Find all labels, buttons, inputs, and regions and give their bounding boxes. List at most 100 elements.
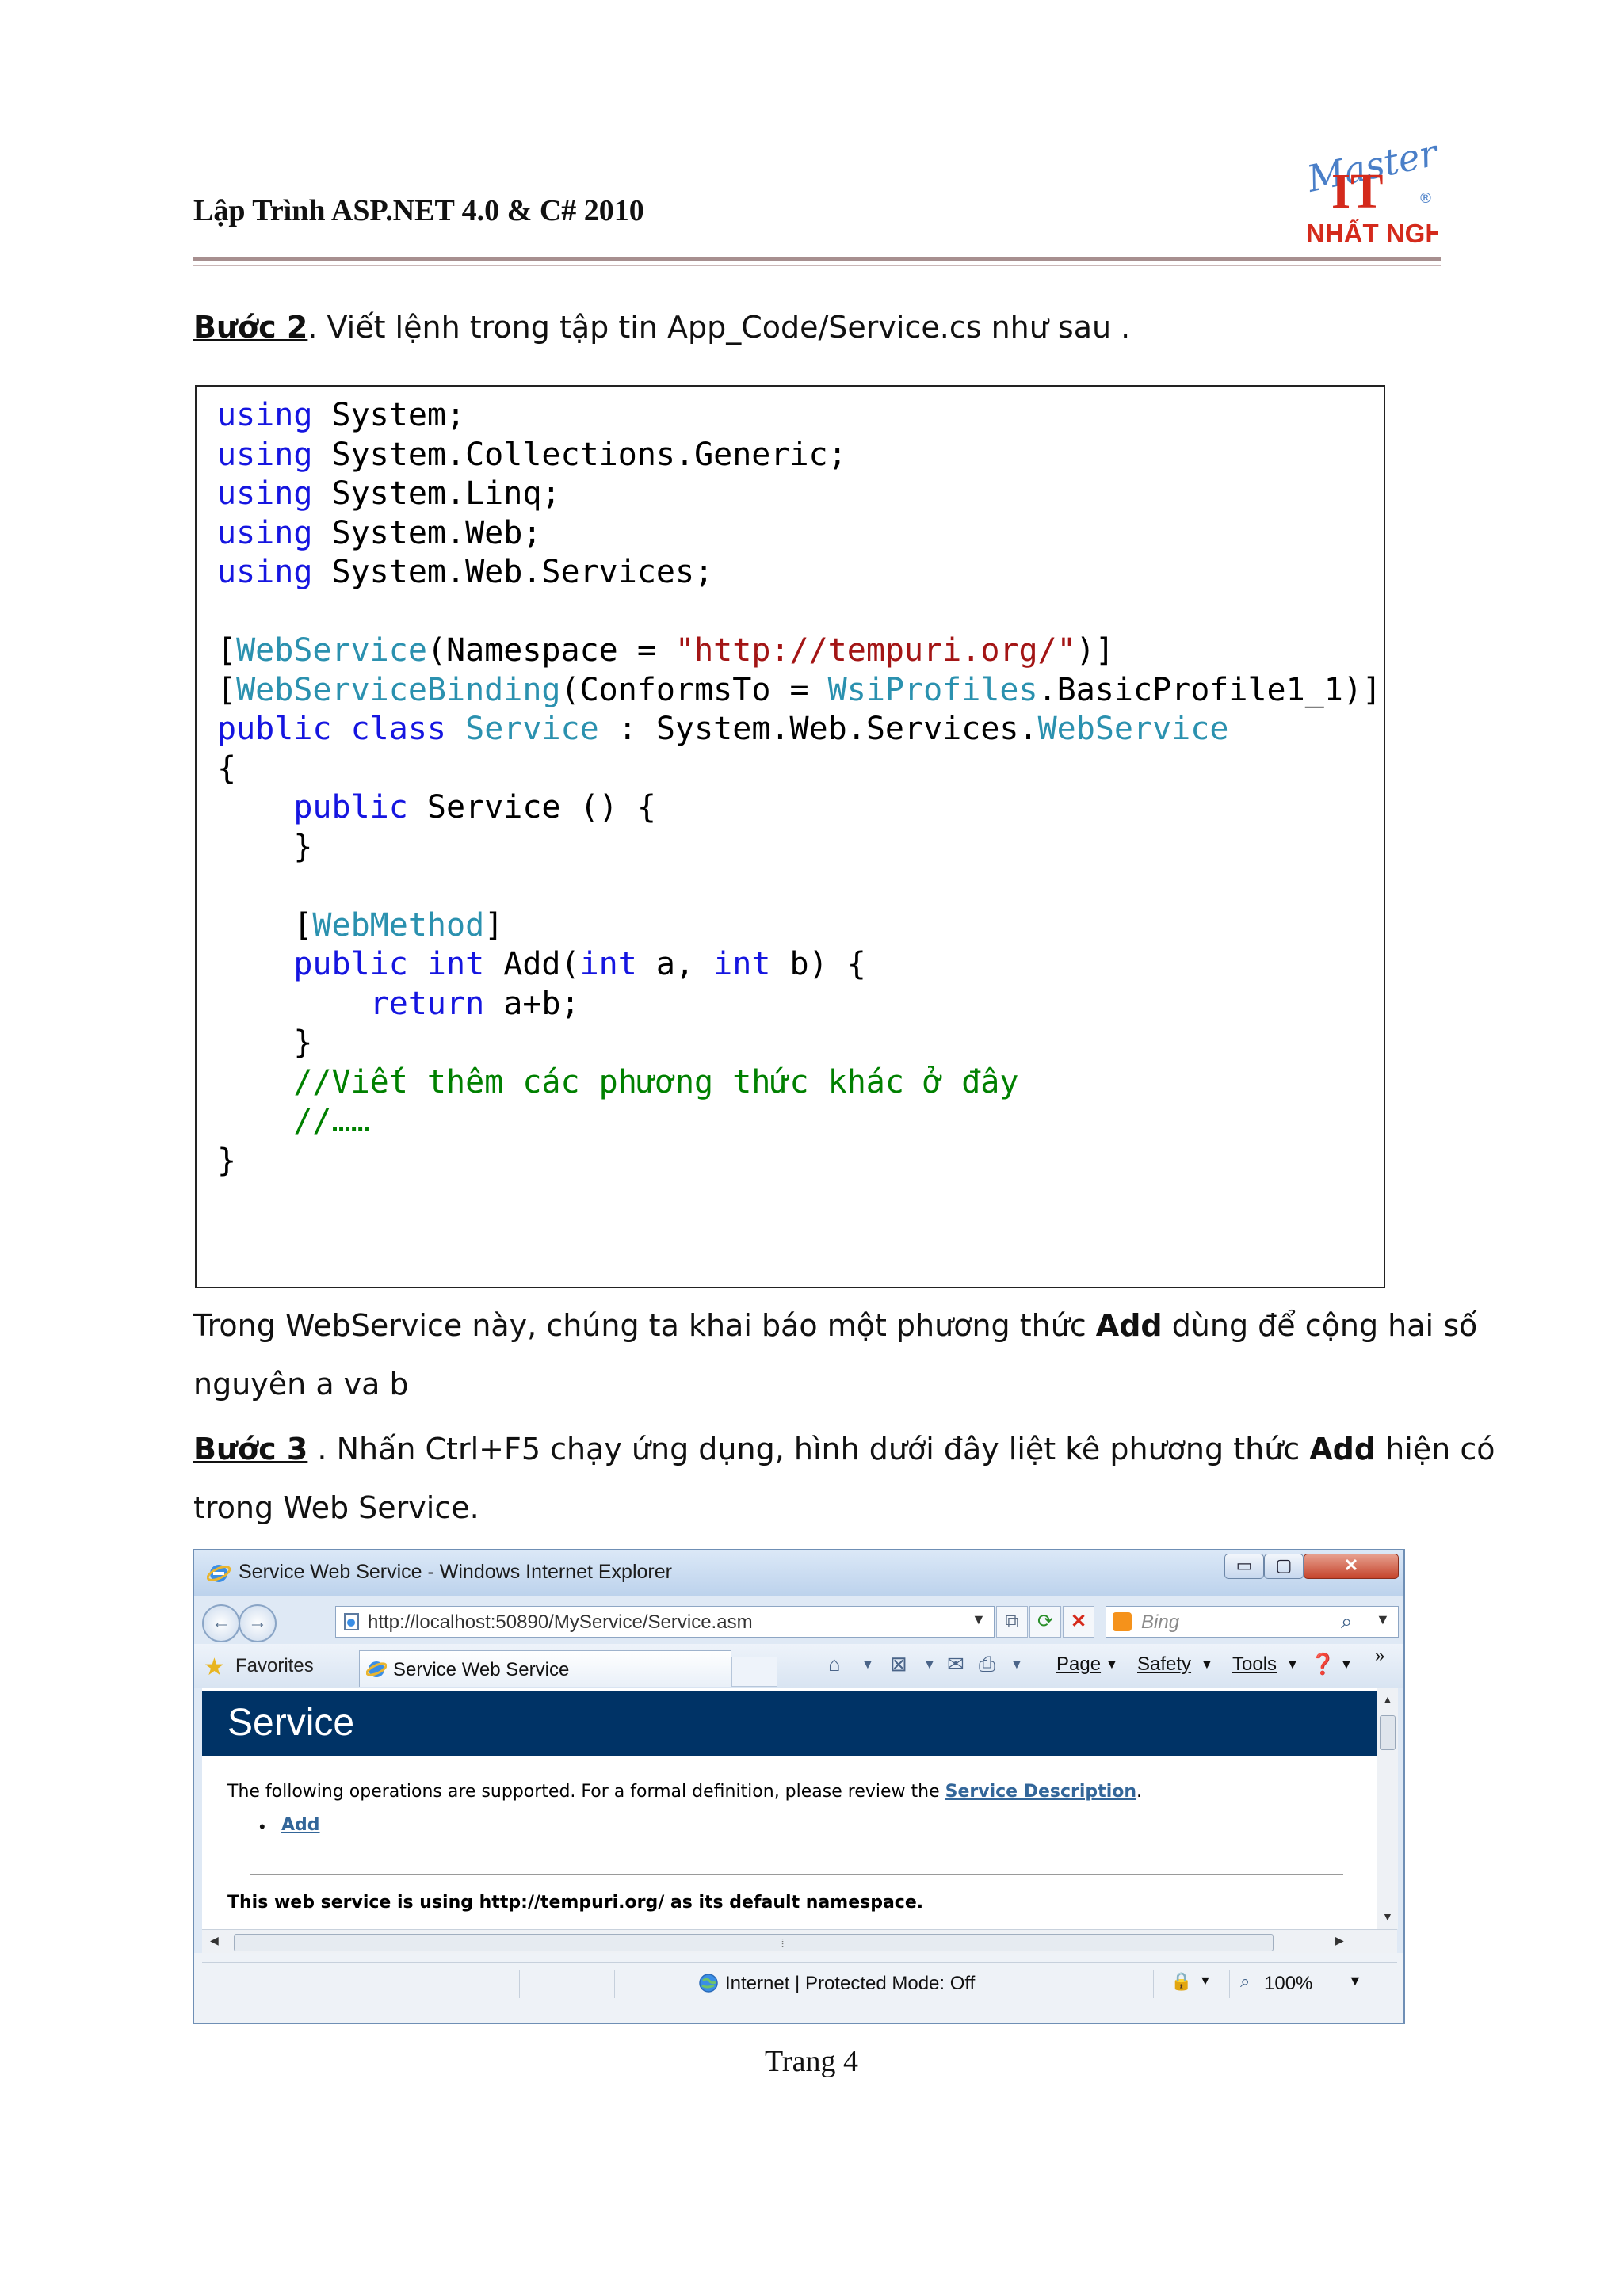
- tools-menu-dropdown-icon[interactable]: ▼: [1286, 1658, 1299, 1672]
- safety-menu-dropdown-icon[interactable]: ▼: [1201, 1658, 1213, 1672]
- page-menu[interactable]: Page: [1056, 1653, 1101, 1676]
- search-icon[interactable]: ⌕: [1341, 1609, 1353, 1634]
- code-keyword-using: using: [217, 475, 313, 512]
- step3-line1: Bước 3 . Nhấn Ctrl+F5 chạy ứng dụng, hìn…: [193, 1420, 1495, 1478]
- paragraph1-text: dùng để cộng hai số: [1162, 1308, 1478, 1343]
- favorites-button[interactable]: Favorites: [235, 1655, 314, 1677]
- minimize-button[interactable]: ▭: [1224, 1554, 1264, 1579]
- step3-label: Bước 3: [193, 1432, 308, 1466]
- code-attr-binding: WebServiceBinding: [236, 671, 561, 708]
- page-menu-dropdown-icon[interactable]: ▼: [1106, 1658, 1118, 1672]
- new-tab-button[interactable]: [731, 1657, 777, 1687]
- favorites-star-icon[interactable]: ★: [204, 1653, 225, 1681]
- code-listing: using System; using System.Collections.G…: [217, 397, 1382, 1179]
- vertical-scroll-thumb[interactable]: [1380, 1715, 1396, 1750]
- address-bar[interactable]: http://localhost:50890/MyService/Service…: [335, 1606, 995, 1638]
- horizontal-scrollbar[interactable]: ◀ ⦙ ▶: [202, 1929, 1397, 1954]
- help-dropdown-icon[interactable]: ▼: [1340, 1658, 1353, 1672]
- status-bar-panel: Internet | Protected Mode: Off 🔒 ▼ ⌕ 100…: [202, 1962, 1397, 1998]
- code-add-signature: a,: [636, 946, 714, 982]
- maximize-button[interactable]: ▢: [1264, 1554, 1304, 1579]
- logo-registered: ®: [1419, 190, 1433, 207]
- toolbar-overflow-chevron[interactable]: »: [1375, 1646, 1384, 1666]
- help-icon[interactable]: ❓: [1310, 1652, 1335, 1676]
- print-dropdown-icon[interactable]: ▼: [1010, 1658, 1023, 1672]
- lock-dropdown-icon[interactable]: ▼: [1199, 1974, 1212, 1989]
- paragraph1-text: Trong WebService này, chúng ta khai báo …: [193, 1308, 1096, 1343]
- code-base-prefix: : System.Web.Services.: [598, 711, 1038, 747]
- search-dropdown-icon[interactable]: ▼: [1376, 1611, 1390, 1628]
- address-text: http://localhost:50890/MyService/Service…: [368, 1611, 753, 1633]
- zoom-icon[interactable]: ⌕: [1240, 1971, 1250, 1992]
- zoom-dropdown-icon[interactable]: ▼: [1348, 1973, 1362, 1989]
- vertical-scrollbar[interactable]: ▲ ▼: [1377, 1688, 1398, 1929]
- home-icon[interactable]: ⌂: [828, 1652, 841, 1676]
- compatibility-view-button[interactable]: ⧉: [996, 1606, 1028, 1638]
- code-namespace: System.Web.Services;: [312, 554, 714, 590]
- service-banner: Service: [202, 1691, 1377, 1756]
- code-keyword-using: using: [217, 397, 313, 433]
- scroll-grip-icon: ⦙: [781, 1936, 785, 1949]
- scroll-down-icon[interactable]: ▼: [1382, 1910, 1393, 1923]
- zoom-level[interactable]: 100%: [1264, 1973, 1312, 1995]
- safety-menu[interactable]: Safety: [1137, 1653, 1191, 1676]
- step2-text: . Viết lệnh trong tập tin App_Code/Servi…: [307, 310, 1131, 345]
- operation-link-add[interactable]: Add: [281, 1815, 320, 1835]
- code-namespace: System;: [312, 397, 466, 433]
- header-rule-thin: [193, 265, 1441, 266]
- horizontal-rule: [250, 1874, 1343, 1875]
- compatibility-icon: ⧉: [1005, 1611, 1019, 1632]
- window-title: Service Web Service - Windows Internet E…: [239, 1561, 672, 1583]
- status-separator: [614, 1970, 615, 1998]
- address-dropdown-icon[interactable]: ▼: [972, 1611, 986, 1628]
- tab-ie-icon: [366, 1661, 387, 1677]
- intro-text-part: The following operations are supported. …: [227, 1782, 945, 1802]
- address-row: ← → http://localhost:50890/MyService/Ser…: [194, 1596, 1403, 1644]
- horizontal-scroll-thumb[interactable]: ⦙: [234, 1934, 1274, 1951]
- mail-icon[interactable]: ✉: [947, 1652, 964, 1676]
- code-string-url: "http://tempuri.org/": [675, 632, 1076, 669]
- code-add-signature: Add(: [484, 946, 580, 982]
- scroll-right-icon[interactable]: ▶: [1335, 1934, 1344, 1947]
- status-bar: Internet | Protected Mode: Off 🔒 ▼ ⌕ 100…: [194, 1953, 1403, 2023]
- scroll-left-icon[interactable]: ◀: [210, 1934, 219, 1947]
- service-description-link[interactable]: Service Description: [945, 1782, 1136, 1802]
- code-keyword-using: using: [217, 436, 313, 473]
- title-bar: Service Web Service - Windows Internet E…: [194, 1550, 1403, 1596]
- code-brace: }: [293, 828, 313, 865]
- forward-arrow-icon: →: [248, 1611, 267, 1633]
- status-separator: [1153, 1970, 1154, 1998]
- code-attr-arg: (ConformsTo =: [560, 671, 828, 708]
- rss-icon[interactable]: ⊠: [890, 1652, 907, 1676]
- rss-dropdown-icon[interactable]: ▼: [923, 1658, 936, 1672]
- stop-button[interactable]: ✕: [1063, 1606, 1094, 1638]
- print-icon[interactable]: ⎙: [979, 1652, 995, 1677]
- code-basic-profile: .BasicProfile1_1)]: [1037, 671, 1382, 708]
- code-namespace: System.Web;: [312, 514, 542, 551]
- scroll-up-icon[interactable]: ▲: [1382, 1693, 1393, 1706]
- tools-menu[interactable]: Tools: [1232, 1653, 1277, 1676]
- close-icon: ✕: [1343, 1555, 1359, 1575]
- code-add-signature: b) {: [770, 946, 866, 982]
- lock-icon[interactable]: 🔒: [1170, 1971, 1192, 1992]
- search-box[interactable]: Bing ⌕ ▼: [1106, 1606, 1399, 1638]
- namespace-note: This web service is using http://tempuri…: [227, 1893, 924, 1913]
- tab-service-web-service[interactable]: Service Web Service: [359, 1650, 731, 1687]
- paragraph1-bold: Add: [1095, 1308, 1163, 1343]
- ie-icon: [207, 1565, 231, 1582]
- stop-icon: ✕: [1070, 1611, 1087, 1632]
- search-placeholder: Bing: [1141, 1611, 1180, 1633]
- code-return-expr: a+b;: [484, 985, 580, 1022]
- paragraph1-line1: Trong WebService này, chúng ta khai báo …: [193, 1296, 1477, 1355]
- status-separator: [519, 1970, 520, 1998]
- forward-button[interactable]: →: [239, 1604, 277, 1642]
- home-dropdown-icon[interactable]: ▼: [861, 1658, 874, 1672]
- code-class-name: Service: [465, 711, 599, 747]
- favorites-bar: ★ Favorites Service Web Service ⌂ ▼ ⊠ ▼ …: [194, 1644, 1403, 1688]
- header-rule: [193, 257, 1441, 261]
- globe-icon: [699, 1974, 718, 1993]
- close-button[interactable]: ✕: [1304, 1554, 1399, 1579]
- code-keyword-class: class: [350, 711, 447, 747]
- refresh-button[interactable]: ⟳: [1029, 1606, 1061, 1638]
- back-button[interactable]: ←: [202, 1604, 240, 1642]
